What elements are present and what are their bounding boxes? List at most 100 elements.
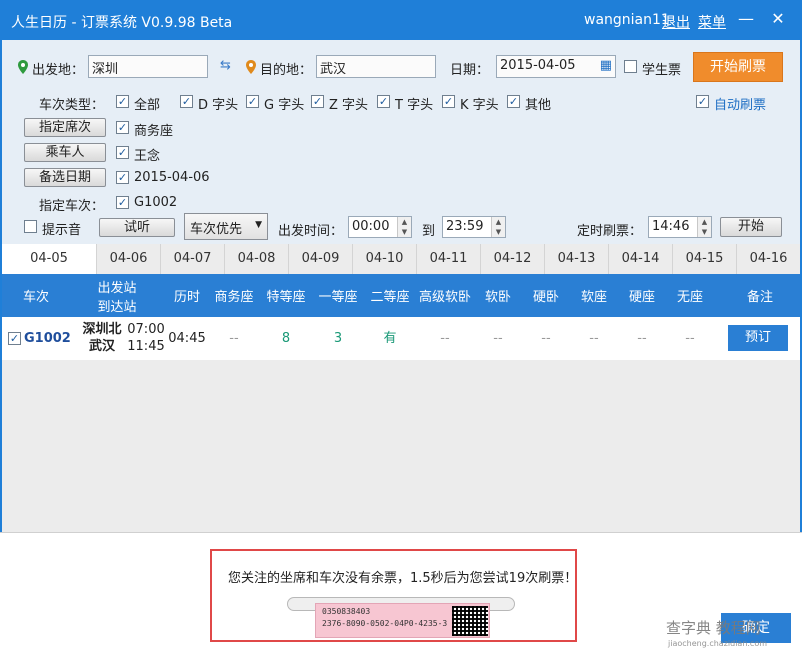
passenger-button[interactable]: 乘车人	[24, 143, 106, 162]
col-soft-seat: 软座	[580, 290, 607, 305]
col-first: 一等座	[318, 290, 358, 305]
row-select-checkbox[interactable]: ✓	[8, 332, 21, 345]
minimize-icon[interactable]: —	[735, 8, 757, 30]
tab-date[interactable]: 04-15	[673, 244, 737, 274]
spin-up-icon[interactable]: ▲	[697, 217, 711, 227]
sound-label: 提示音	[42, 223, 82, 238]
train-type-label: 车次类型：	[39, 98, 105, 113]
spin-down-icon[interactable]: ▼	[397, 227, 411, 237]
col-note: 备注	[746, 290, 773, 305]
time-cell: 07:00 11:45	[126, 321, 166, 364]
time-from-value: 00:00	[352, 219, 390, 234]
passenger-checkbox[interactable]: ✓	[116, 146, 129, 159]
try-listen-button[interactable]: 试听	[99, 218, 175, 237]
train-number-value: G1002	[134, 195, 178, 210]
tab-date[interactable]: 04-13	[545, 244, 609, 274]
col-soft-sleeper: 软卧	[484, 290, 511, 305]
start-refresh-button[interactable]: 开始刷票	[693, 52, 783, 82]
type-d-checkbox[interactable]: ✓	[180, 95, 193, 108]
tab-date[interactable]: 04-14	[609, 244, 673, 274]
standing-seats: --	[685, 331, 695, 346]
type-all-checkbox[interactable]: ✓	[116, 95, 129, 108]
book-button[interactable]: 预订	[728, 325, 788, 351]
type-other-checkbox[interactable]: ✓	[507, 95, 520, 108]
type-k-label: K 字头	[460, 98, 499, 113]
passenger-value: 王念	[134, 149, 161, 164]
col-soft-deluxe: 高级软卧	[418, 290, 471, 305]
username: wangnian11	[584, 12, 670, 28]
first-class-seats: 3	[333, 331, 343, 346]
seat-checkbox[interactable]: ✓	[116, 121, 129, 134]
alt-date-checkbox[interactable]: ✓	[116, 171, 129, 184]
tab-date[interactable]: 04-06	[97, 244, 161, 274]
tab-date[interactable]: 04-16	[737, 244, 800, 274]
seat-value: 商务座	[134, 124, 174, 139]
swap-icon[interactable]: ⇆	[220, 58, 231, 73]
col-business: 商务座	[214, 290, 254, 305]
timer-value: 14:46	[652, 219, 690, 234]
timer-label: 定时刷票：	[577, 224, 643, 239]
business-seats: --	[229, 331, 239, 346]
menu-link[interactable]: 菜单	[698, 12, 726, 32]
tab-date[interactable]: 04-12	[481, 244, 545, 274]
type-d-label: D 字头	[198, 98, 239, 113]
spin-down-icon[interactable]: ▼	[491, 227, 505, 237]
to-station: 武汉	[88, 339, 115, 354]
time-to-value: 23:59	[446, 219, 484, 234]
time-to-spinner[interactable]: 23:59 ▲ ▼	[442, 216, 506, 238]
to-input[interactable]: 武汉	[316, 55, 436, 78]
window-titlebar: 人生日历 - 订票系统 V0.9.98 Beta wangnian11 退出 菜…	[0, 0, 802, 40]
watermark-logo: 查字典 教程网 jiaocheng.chazidian.com	[666, 617, 796, 651]
tab-date[interactable]: 04-05	[2, 244, 97, 274]
type-k-checkbox[interactable]: ✓	[442, 95, 455, 108]
col-second: 二等座	[370, 290, 410, 305]
hard-seat-seats: --	[637, 331, 647, 346]
tab-date[interactable]: 04-09	[289, 244, 353, 274]
type-t-label: T 字头	[395, 98, 434, 113]
timer-start-button[interactable]: 开始	[720, 217, 782, 237]
hard-sleeper-seats: --	[541, 331, 551, 346]
date-tabs: 04-05 04-06 04-07 04-08 04-09 04-10 04-1…	[2, 244, 800, 274]
alt-date-button[interactable]: 备选日期	[24, 168, 106, 187]
ticket-image: 0350838403 2376-8090-0502-04P0-4235-3	[315, 603, 490, 638]
tab-date[interactable]: 04-08	[225, 244, 289, 274]
timer-spinner[interactable]: 14:46 ▲ ▼	[648, 216, 712, 238]
arrive-time: 11:45	[127, 339, 165, 354]
tab-date[interactable]: 04-07	[161, 244, 225, 274]
train-number-checkbox[interactable]: ✓	[116, 196, 129, 209]
date-label: 日期：	[450, 63, 490, 78]
tab-date[interactable]: 04-11	[417, 244, 481, 274]
priority-select[interactable]: 车次优先 ▼	[184, 213, 268, 240]
spin-up-icon[interactable]: ▲	[397, 217, 411, 227]
type-z-checkbox[interactable]: ✓	[311, 95, 324, 108]
type-g-checkbox[interactable]: ✓	[246, 95, 259, 108]
auto-refresh-checkbox[interactable]: ✓	[696, 95, 709, 108]
tab-date[interactable]: 04-10	[353, 244, 417, 274]
sound-checkbox[interactable]	[24, 220, 37, 233]
to-label: 目的地：	[260, 63, 313, 78]
type-t-checkbox[interactable]: ✓	[377, 95, 390, 108]
student-checkbox[interactable]	[624, 60, 637, 73]
duration: 04:45	[168, 331, 206, 346]
spin-up-icon[interactable]: ▲	[491, 217, 505, 227]
spin-down-icon[interactable]: ▼	[697, 227, 711, 237]
ticket-serial: 2376-8090-0502-04P0-4235-3	[322, 619, 448, 628]
select-seat-button[interactable]: 指定席次	[24, 118, 106, 137]
logout-link[interactable]: 退出	[662, 12, 690, 32]
train-table: ✓ G1002 深圳北 武汉 07:00 11:45 04:45 -- 8 3 …	[2, 317, 800, 532]
col-train: 车次	[22, 290, 49, 305]
location-pin-icon	[18, 60, 28, 74]
calendar-icon[interactable]: ▦	[600, 58, 612, 73]
date-input[interactable]: 2015-04-05 ▦	[496, 55, 616, 78]
premium-seats: 8	[281, 331, 291, 346]
notice-message: 您关注的坐席和车次没有余票，1.5秒后为您尝试19次刷票！	[228, 571, 578, 586]
from-label: 出发地：	[32, 63, 85, 78]
search-form: 出发地： 深圳 ⇆ 目的地： 武汉 日期： 2015-04-05 ▦ 学生票 开…	[2, 40, 800, 244]
time-from-spinner[interactable]: 00:00 ▲ ▼	[348, 216, 412, 238]
from-input[interactable]: 深圳	[88, 55, 208, 78]
close-icon[interactable]: ✕	[767, 8, 789, 30]
train-number-label: 指定车次：	[39, 199, 105, 214]
table-row[interactable]: ✓ G1002 深圳北 武汉 07:00 11:45 04:45 -- 8 3 …	[2, 317, 800, 360]
qr-code-icon	[452, 606, 488, 636]
col-stations: 出发站 到达站	[80, 274, 154, 317]
